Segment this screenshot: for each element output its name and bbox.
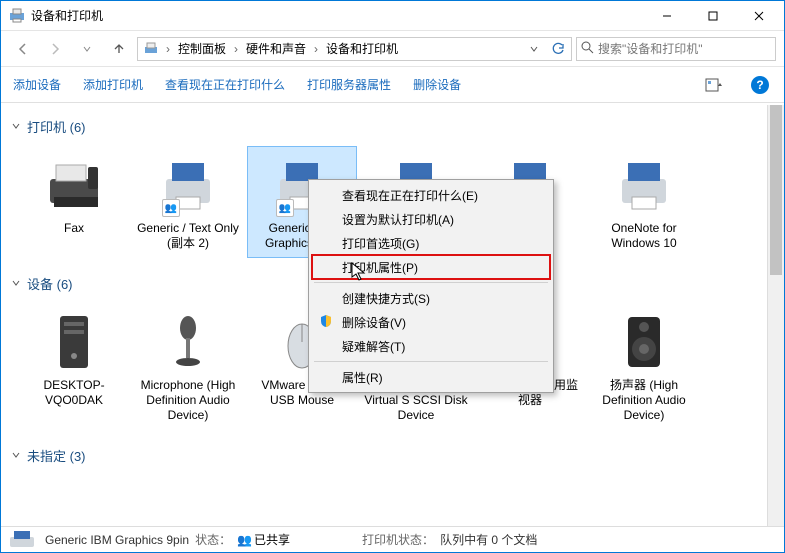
scrollbar-thumb[interactable] [770, 105, 782, 275]
vertical-scrollbar[interactable] [767, 105, 784, 526]
shared-badge-icon: 👥 [162, 199, 180, 217]
help-icon: ? [751, 76, 769, 94]
nav-row: › 控制面板 › 硬件和声音 › 设备和打印机 搜索"设备和打印机" [1, 31, 784, 67]
window-title: 设备和打印机 [31, 7, 644, 24]
device-item-generic-text[interactable]: 👥 Generic / Text Only (副本 2) [133, 146, 243, 258]
device-label: OneNote for Windows 10 [592, 221, 696, 251]
up-button[interactable] [105, 35, 133, 63]
shared-badge-icon: 👥 [276, 199, 294, 217]
menu-set-default[interactable]: 设置为默认打印机(A) [312, 207, 550, 231]
printer-icon [612, 153, 676, 217]
menu-see-whats-printing[interactable]: 查看现在正在打印什么(E) [312, 183, 550, 207]
status-queue-label: 打印机状态： [362, 531, 434, 548]
speaker-icon [612, 310, 676, 374]
breadcrumb-seg-1[interactable]: 硬件和声音 [242, 38, 310, 59]
device-label: Fax [64, 221, 84, 236]
chevron-right-icon[interactable]: › [164, 42, 172, 56]
status-queue-value: 队列中有 0 个文档 [440, 531, 537, 548]
status-device-name: Generic IBM Graphics 9pin [45, 533, 189, 547]
device-label: 扬声器 (High Definition Audio Device) [592, 378, 696, 423]
device-label: DESKTOP-VQO0DAK [22, 378, 126, 408]
group-unspecified-label: 未指定 (3) [27, 446, 86, 465]
chevron-down-icon [11, 120, 21, 134]
menu-troubleshoot[interactable]: 疑难解答(T) [312, 334, 550, 358]
devices-printers-icon [9, 8, 25, 24]
microphone-icon [156, 310, 220, 374]
titlebar: 设备和打印机 [1, 1, 784, 31]
status-bar: Generic IBM Graphics 9pin 状态： 👥已共享 打印机状态… [1, 526, 784, 552]
group-header-printers[interactable]: 打印机 (6) [11, 111, 774, 142]
address-bar[interactable]: › 控制面板 › 硬件和声音 › 设备和打印机 [137, 37, 572, 61]
help-button[interactable]: ? [748, 73, 772, 97]
chevron-down-icon [11, 277, 21, 291]
menu-remove-device[interactable]: 删除设备(V) [312, 310, 550, 334]
device-item-fax[interactable]: Fax [19, 146, 129, 258]
maximize-button[interactable] [690, 1, 736, 30]
group-printers-label: 打印机 (6) [27, 117, 86, 136]
cmd-remove-device[interactable]: 删除设备 [413, 76, 461, 93]
shared-indicator: 👥已共享 [237, 531, 290, 548]
cmd-add-device[interactable]: 添加设备 [13, 76, 61, 93]
chevron-down-icon [11, 449, 21, 463]
menu-printer-properties[interactable]: 打印机属性(P) [312, 255, 550, 279]
context-menu: 查看现在正在打印什么(E) 设置为默认打印机(A) 打印首选项(G) 打印机属性… [308, 179, 554, 393]
cmd-see-printing[interactable]: 查看现在正在打印什么 [165, 76, 285, 93]
group-header-unspecified[interactable]: 未指定 (3) [11, 440, 774, 471]
printer-icon [7, 530, 39, 550]
status-state-label: 状态： [195, 531, 231, 548]
device-item-speaker[interactable]: 扬声器 (High Definition Audio Device) [589, 303, 699, 430]
device-item-desktop[interactable]: DESKTOP-VQO0DAK [19, 303, 129, 430]
search-box[interactable]: 搜索"设备和打印机" [576, 37, 776, 61]
view-options-button[interactable] [702, 73, 726, 97]
dropdown-history-button[interactable] [523, 38, 545, 60]
minimize-button[interactable] [644, 1, 690, 30]
back-button[interactable] [9, 35, 37, 63]
device-label: Microphone (High Definition Audio Device… [136, 378, 240, 423]
search-icon [581, 41, 594, 57]
breadcrumb-seg-0[interactable]: 控制面板 [174, 38, 230, 59]
cmd-server-props[interactable]: 打印服务器属性 [307, 76, 391, 93]
menu-create-shortcut[interactable]: 创建快捷方式(S) [312, 286, 550, 310]
breadcrumb-seg-2[interactable]: 设备和打印机 [322, 38, 402, 59]
cmd-add-printer[interactable]: 添加打印机 [83, 76, 143, 93]
menu-separator [314, 361, 548, 362]
refresh-button[interactable] [547, 38, 569, 60]
menu-separator [314, 282, 548, 283]
fax-icon [42, 153, 106, 217]
chevron-right-icon[interactable]: › [312, 42, 320, 56]
group-devices-label: 设备 (6) [27, 274, 73, 293]
chevron-right-icon[interactable]: › [232, 42, 240, 56]
command-bar: 添加设备 添加打印机 查看现在正在打印什么 打印服务器属性 删除设备 ? [1, 67, 784, 103]
close-button[interactable] [736, 1, 782, 30]
device-item-microphone[interactable]: Microphone (High Definition Audio Device… [133, 303, 243, 430]
device-item-onenote[interactable]: OneNote for Windows 10 [589, 146, 699, 258]
menu-printing-prefs[interactable]: 打印首选项(G) [312, 231, 550, 255]
recent-dropdown[interactable] [73, 35, 101, 63]
pc-tower-icon [42, 310, 106, 374]
forward-button[interactable] [41, 35, 69, 63]
menu-properties[interactable]: 属性(R) [312, 365, 550, 389]
printer-icon: 👥 [156, 153, 220, 217]
status-state-value: 已共享 [254, 531, 290, 548]
people-icon: 👥 [237, 533, 252, 547]
device-label: Generic / Text Only (副本 2) [136, 221, 240, 251]
shield-icon [317, 314, 335, 331]
location-icon[interactable] [140, 38, 162, 60]
window-controls [644, 1, 782, 30]
search-placeholder: 搜索"设备和打印机" [598, 40, 703, 57]
